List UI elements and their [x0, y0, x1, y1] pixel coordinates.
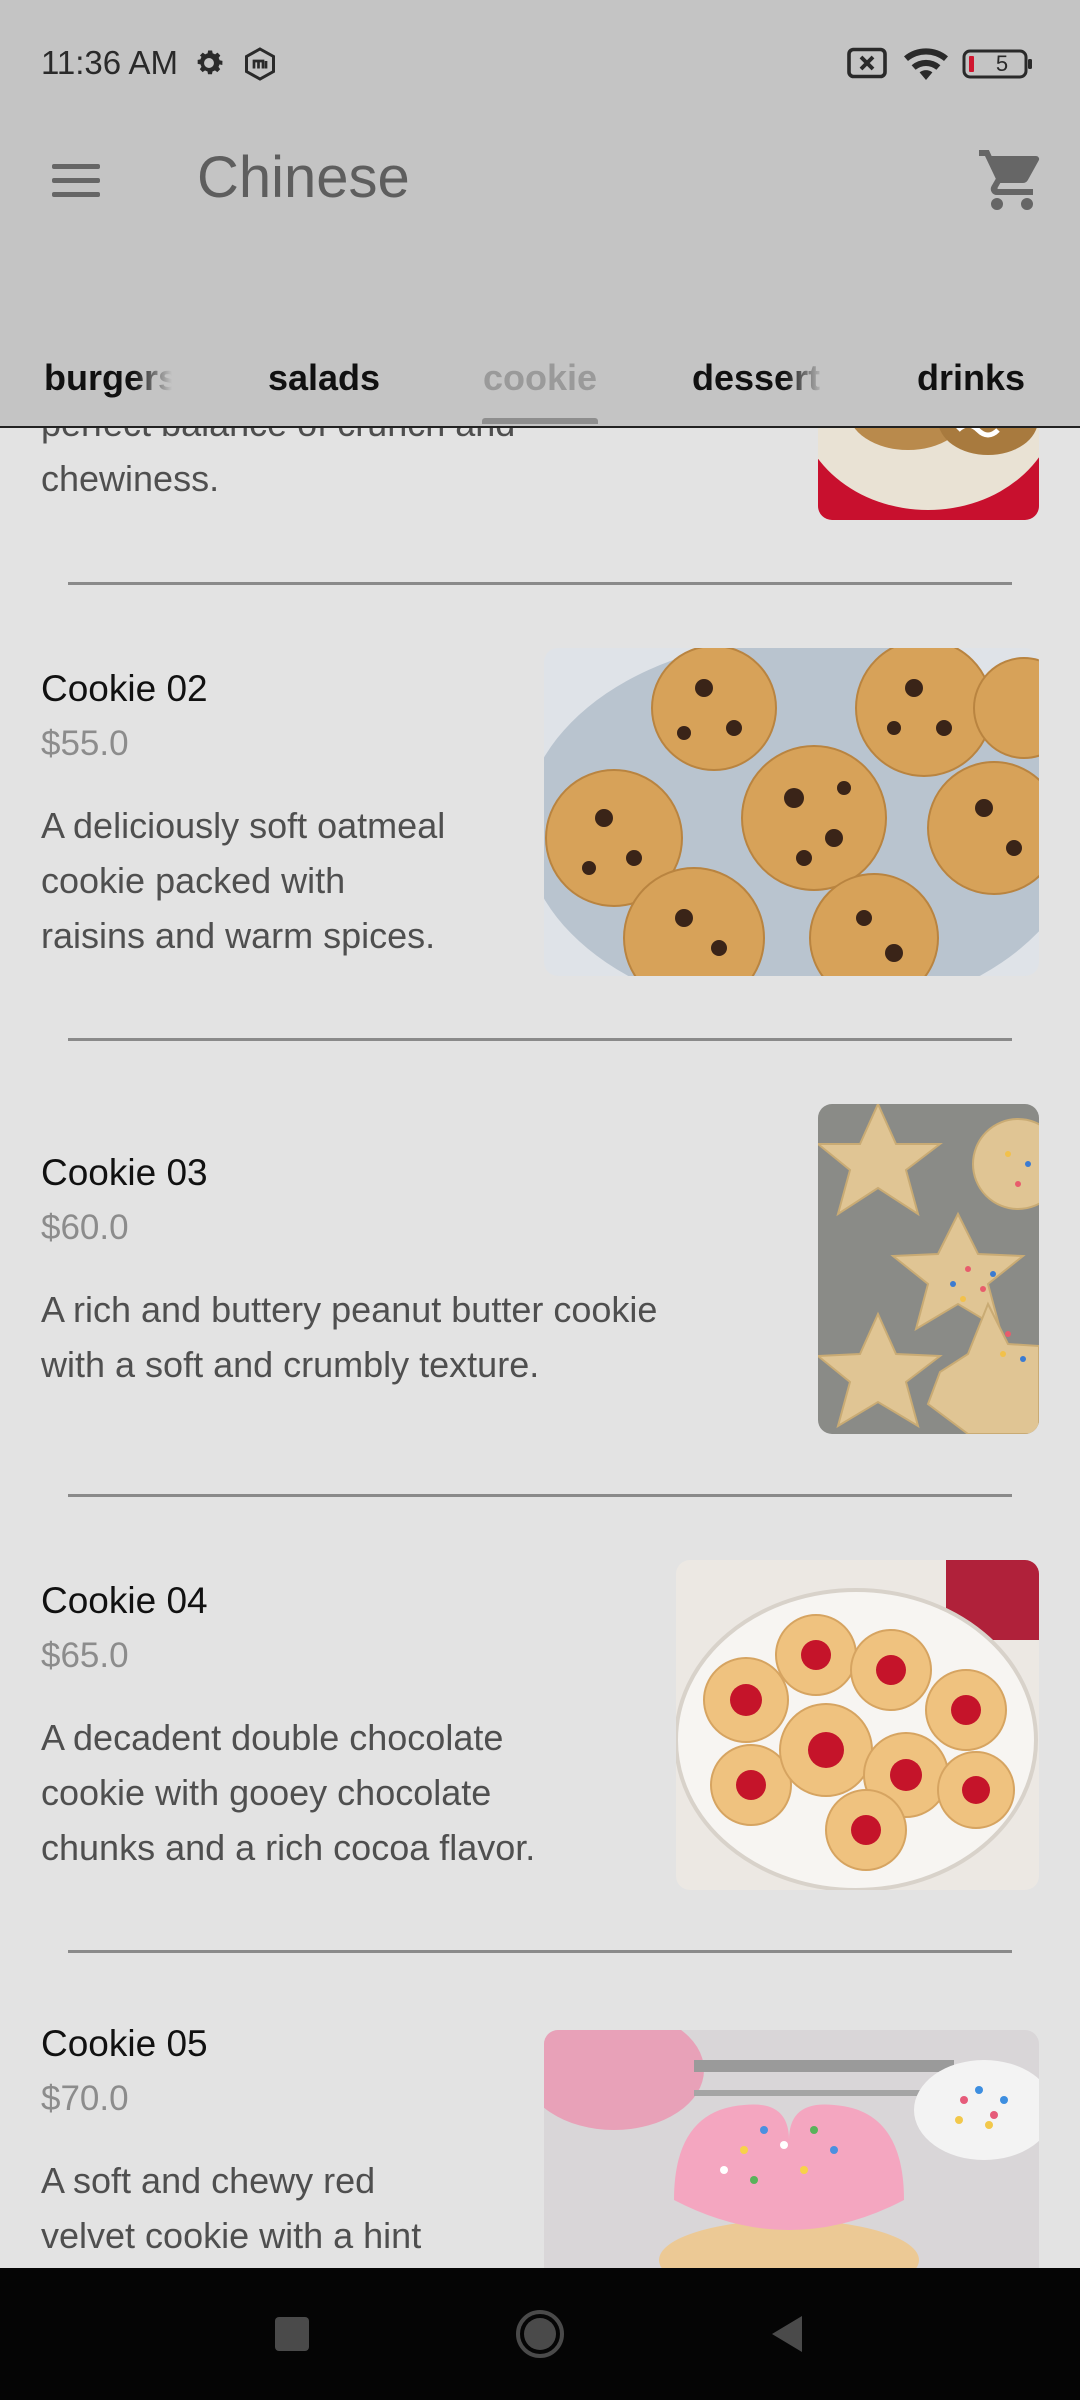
- divider: [68, 1038, 1012, 1041]
- item-price: $70.0: [41, 2079, 129, 2118]
- mi-icon: [245, 47, 275, 81]
- item-image: [818, 1104, 1039, 1434]
- recents-button-icon[interactable]: [262, 2304, 322, 2364]
- tab-dessert[interactable]: dessert: [692, 330, 824, 426]
- hamburger-menu-icon[interactable]: [38, 150, 114, 210]
- item-name: Cookie 05: [41, 2023, 208, 2064]
- item-image: [544, 2030, 1039, 2268]
- status-time: 11:36 AM: [41, 44, 178, 81]
- divider: [68, 1950, 1012, 1953]
- back-button-icon[interactable]: [758, 2304, 818, 2364]
- tab-salads[interactable]: salads: [240, 330, 408, 426]
- tab-cookie[interactable]: cookie: [460, 330, 620, 426]
- battery-icon: 5: [962, 48, 1034, 80]
- system-navigation-bar: [0, 2268, 1080, 2400]
- item-name: Cookie 03: [41, 1152, 208, 1193]
- item-name: Cookie 04: [41, 1580, 208, 1621]
- tab-burgers[interactable]: burgers: [44, 330, 172, 426]
- status-bar: 11:36 AM 5: [0, 0, 1080, 130]
- top-app-bar: 11:36 AM 5 Chinese burgers salads cookie…: [0, 0, 1080, 428]
- item-description: A decadent double chocolate cookie with …: [41, 1717, 536, 1868]
- item-price: $60.0: [41, 1208, 129, 1247]
- item-name: Cookie 02: [41, 668, 208, 709]
- category-tabs[interactable]: burgers salads cookie dessert drinks: [0, 330, 1080, 426]
- shopping-cart-icon[interactable]: [976, 144, 1048, 216]
- item-price: $65.0: [41, 1636, 129, 1675]
- item-description: A deliciously soft oatmeal cookie packed…: [41, 805, 446, 956]
- battery-level: 5: [995, 51, 1009, 76]
- item-description: A rich and buttery peanut butter cookie …: [41, 1289, 658, 1385]
- divider: [68, 582, 1012, 585]
- page-title: Chinese: [197, 145, 410, 210]
- wifi-icon: [904, 48, 948, 80]
- item-description: A soft and chewy red velvet cookie with …: [41, 2160, 422, 2256]
- item-image: [544, 648, 1039, 976]
- gear-icon: [197, 50, 223, 75]
- tab-drinks[interactable]: drinks: [890, 330, 1052, 426]
- item-image: [676, 1560, 1039, 1890]
- no-sim-icon: [847, 47, 887, 79]
- tab-indicator: [482, 418, 598, 424]
- item-price: $55.0: [41, 724, 129, 763]
- app-bar: Chinese: [0, 130, 1080, 230]
- home-button-icon[interactable]: [510, 2304, 570, 2364]
- divider: [68, 1494, 1012, 1497]
